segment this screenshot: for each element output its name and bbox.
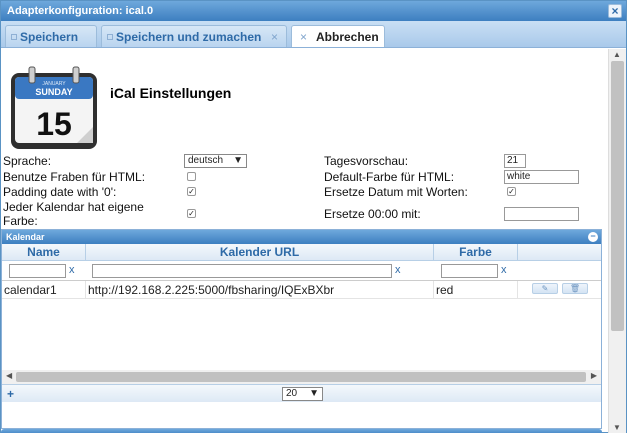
own-color-label: Jeder Kalendar hat eigene Farbe: xyxy=(3,200,144,228)
grid-caption-label: Kalendar xyxy=(6,232,45,242)
day-preview-label: Tagesvorschau: xyxy=(324,154,409,168)
padding-date-checkbox[interactable]: ✓ xyxy=(187,187,196,196)
page-size-value: 20 xyxy=(286,388,298,399)
toolbar-tabs: Speichern Speichern und zumachen × × Abb… xyxy=(1,21,626,48)
html-colors-checkbox[interactable] xyxy=(187,172,196,181)
grid-caption: Kalendar − xyxy=(2,230,601,244)
filter-url-input[interactable] xyxy=(92,264,392,278)
calendar-icon-weekday: SUNDAY xyxy=(35,87,72,97)
scroll-up-icon[interactable]: ▲ xyxy=(613,50,621,59)
close-icon: × xyxy=(300,30,308,44)
horizontal-scroll-thumb[interactable] xyxy=(16,372,586,382)
column-header-color[interactable]: Farbe xyxy=(434,244,518,261)
vertical-scroll-thumb[interactable] xyxy=(611,61,624,331)
replace-date-label: Ersetze Datum mit Worten: xyxy=(324,185,468,199)
cell-url: http://192.168.2.225:5000/fbsharing/IQEx… xyxy=(86,281,434,299)
filter-color-input[interactable] xyxy=(441,264,498,278)
column-header-actions xyxy=(518,244,601,261)
language-select[interactable]: deutsch ▼ xyxy=(184,154,247,168)
scroll-left-icon[interactable]: ◀ xyxy=(6,371,12,380)
close-icon: × xyxy=(270,30,278,44)
column-header-url[interactable]: Kalender URL xyxy=(86,244,434,261)
window-title: Adapterkonfiguration: ical.0 xyxy=(7,5,154,17)
column-header-name[interactable]: Name xyxy=(2,244,86,261)
padding-date-label: Padding date with '0': xyxy=(3,185,117,199)
save-and-close-label: Speichern und zumachen xyxy=(116,30,262,44)
replace-midnight-label: Ersetze 00:00 mit: xyxy=(324,207,421,221)
page-size-select[interactable]: 20 ▼ xyxy=(282,387,323,401)
day-preview-input[interactable]: 21 xyxy=(504,154,526,168)
calendar-icon-day: 15 xyxy=(36,106,72,142)
save-icon xyxy=(107,34,113,40)
cancel-label: Abbrechen xyxy=(316,30,379,44)
collapse-icon[interactable]: − xyxy=(588,232,598,242)
own-color-checkbox[interactable]: ✓ xyxy=(187,209,196,218)
window-titlebar: Adapterkonfiguration: ical.0 × xyxy=(1,1,626,21)
default-color-input[interactable]: white xyxy=(504,170,579,184)
close-icon[interactable]: × xyxy=(608,4,622,18)
language-value: deutsch xyxy=(188,155,224,166)
calendar-icon: JANUARY SUNDAY 15 xyxy=(11,66,97,149)
calendar-grid: Kalendar − Name Kalender URL Farbe x x x… xyxy=(1,229,602,429)
table-row[interactable]: calendar1 http://192.168.2.225:5000/fbsh… xyxy=(2,281,601,299)
page-title: iCal Einstellungen xyxy=(110,85,232,101)
settings-content: JANUARY SUNDAY 15 iCal Einstellungen Spr… xyxy=(1,49,608,433)
grid-pager: + 20 ▼ xyxy=(2,384,601,402)
save-icon xyxy=(11,34,17,40)
adapter-config-window: Adapterkonfiguration: ical.0 × Speichern… xyxy=(0,0,627,433)
save-button[interactable]: Speichern xyxy=(5,25,97,47)
chevron-down-icon: ▼ xyxy=(233,155,243,166)
save-and-close-button[interactable]: Speichern und zumachen × xyxy=(101,25,287,47)
chevron-down-icon: ▼ xyxy=(309,388,319,399)
default-color-label: Default-Farbe für HTML: xyxy=(324,170,455,184)
delete-icon[interactable]: 🗑 xyxy=(562,283,588,294)
scroll-right-icon[interactable]: ▶ xyxy=(591,371,597,380)
cell-color: red xyxy=(434,281,518,299)
save-label: Speichern xyxy=(20,30,79,44)
next-section-header xyxy=(1,429,602,433)
horizontal-scrollbar[interactable]: ◀ ▶ xyxy=(2,370,601,384)
filter-color-clear[interactable]: x xyxy=(501,264,507,276)
language-label: Sprache: xyxy=(3,154,52,168)
replace-midnight-input[interactable] xyxy=(504,207,579,221)
html-colors-label: Benutze Fraben für HTML: xyxy=(3,170,146,184)
cell-name: calendar1 xyxy=(2,281,86,299)
filter-url-clear[interactable]: x xyxy=(395,264,401,276)
grid-filter-row: x x x xyxy=(2,261,601,281)
grid-header: Name Kalender URL Farbe xyxy=(2,244,601,261)
add-row-icon[interactable]: + xyxy=(7,387,14,401)
filter-name-input[interactable] xyxy=(9,264,66,278)
vertical-scrollbar[interactable]: ▲ ▼ xyxy=(608,49,626,433)
replace-date-checkbox[interactable]: ✓ xyxy=(507,187,516,196)
cancel-button[interactable]: × Abbrechen xyxy=(291,25,385,47)
filter-name-clear[interactable]: x xyxy=(69,264,75,276)
scroll-down-icon[interactable]: ▼ xyxy=(613,423,621,432)
edit-icon[interactable]: ✎ xyxy=(532,283,558,294)
